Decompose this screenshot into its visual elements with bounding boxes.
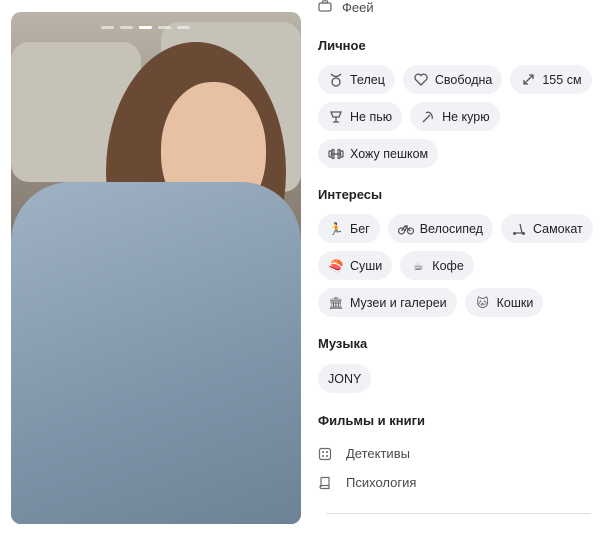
personal-chips: Телец Свободна 155 см Не пью Не курю Хож… (318, 65, 593, 168)
chip-running[interactable]: 🏃 Бег (318, 214, 380, 243)
section-title-films-books: Фильмы и книги (318, 413, 426, 428)
chip-label: Кофе (432, 258, 464, 273)
drink-icon (328, 109, 344, 125)
height-icon (520, 72, 536, 88)
list-item-detectives[interactable]: Детективы (318, 446, 410, 461)
chip-label: Свободна (434, 72, 493, 87)
heart-icon (413, 72, 429, 88)
photo-jacket (11, 182, 301, 524)
chip-label: Кошки (496, 295, 534, 310)
chip-relationship[interactable]: Свободна (402, 65, 503, 94)
chip-label: Не курю (442, 109, 490, 124)
dice-icon (318, 447, 332, 461)
pager-dot[interactable] (120, 26, 133, 29)
chip-bicycle[interactable]: Велосипед (387, 214, 493, 243)
dumbbell-icon (328, 146, 344, 162)
list-item-label: Детективы (346, 446, 410, 461)
bicycle-icon (397, 221, 414, 237)
photo-pager (101, 26, 190, 29)
section-title-interests: Интересы (318, 187, 383, 202)
section-divider (326, 513, 591, 514)
chip-drinking[interactable]: Не пью (318, 102, 403, 131)
chip-museums[interactable]: 🏛 Музеи и галереи (318, 288, 457, 317)
chip-label: Велосипед (419, 221, 483, 236)
coffee-emoji: ☕ (412, 258, 424, 273)
book-icon (318, 476, 332, 490)
list-item-label: Психология (346, 475, 417, 490)
section-title-personal: Личное (318, 38, 366, 53)
chip-height[interactable]: 155 см (510, 65, 592, 94)
profile-photo[interactable] (11, 12, 301, 524)
chip-label: Телец (350, 72, 385, 87)
chip-label: Музеи и галереи (350, 295, 447, 310)
zodiac-icon (328, 72, 344, 88)
chip-label: Суши (350, 258, 383, 273)
chip-coffee[interactable]: ☕ Кофе (400, 251, 474, 280)
chip-music-artist[interactable]: JONY (318, 364, 372, 393)
job-label: Феей (342, 0, 374, 15)
running-emoji: 🏃 (328, 221, 344, 236)
sushi-emoji: 🍣 (328, 258, 344, 273)
chip-sushi[interactable]: 🍣 Суши (318, 251, 393, 280)
chip-label: JONY (328, 371, 362, 386)
list-item-psychology[interactable]: Психология (318, 475, 416, 490)
briefcase-icon (318, 0, 332, 15)
chip-label: 155 см (542, 72, 582, 87)
chip-label: Бег (350, 221, 370, 236)
pager-dot[interactable] (158, 26, 171, 29)
scooter-icon (511, 221, 527, 237)
chip-zodiac[interactable]: Телец (318, 65, 395, 94)
chip-scooter[interactable]: Самокат (500, 214, 593, 243)
cat-emoji: 🐱 (476, 295, 489, 310)
chip-smoking[interactable]: Не курю (410, 102, 500, 131)
chip-sport[interactable]: Хожу пешком (318, 139, 439, 168)
job-row: Феей (318, 0, 374, 15)
no-smoking-icon (420, 109, 436, 125)
museum-emoji: 🏛 (328, 295, 344, 310)
music-chips: JONY (318, 364, 593, 393)
pager-dot-active[interactable] (139, 26, 152, 29)
pager-dot[interactable] (177, 26, 190, 29)
chip-cats[interactable]: 🐱 Кошки (464, 288, 544, 317)
interest-chips: 🏃 Бег Велосипед Самокат 🍣 Суши ☕ Кофе 🏛 … (318, 214, 593, 317)
chip-label: Самокат (532, 221, 583, 236)
chip-label: Не пью (350, 109, 393, 124)
pager-dot[interactable] (101, 26, 114, 29)
section-title-music: Музыка (318, 336, 368, 351)
chip-label: Хожу пешком (350, 146, 429, 161)
